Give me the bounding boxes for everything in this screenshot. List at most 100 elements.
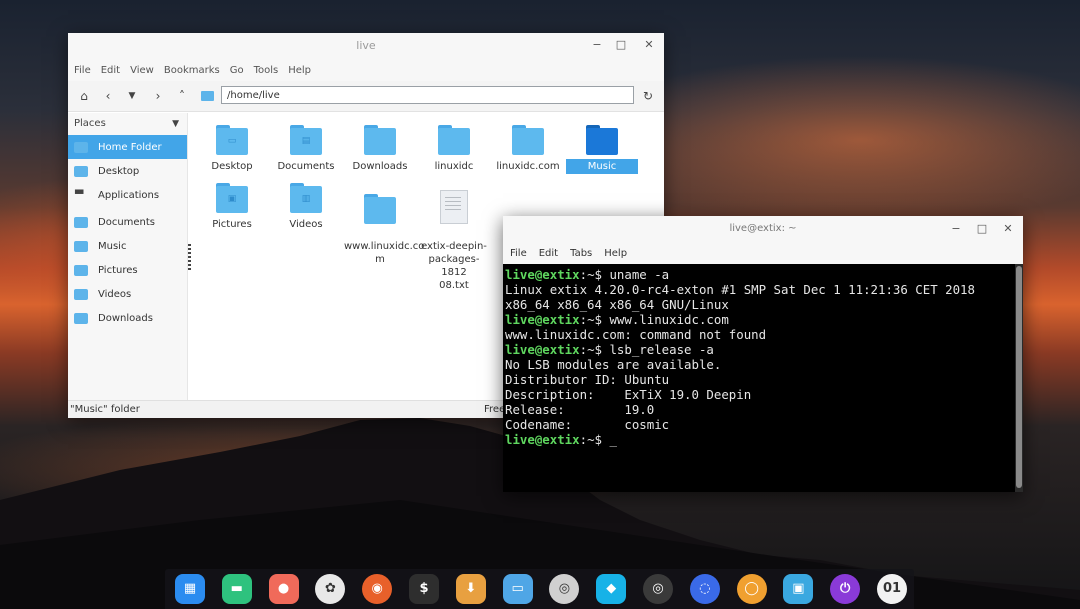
refresh-icon[interactable]: ↻ bbox=[640, 88, 656, 104]
camera-icon[interactable]: ◎ bbox=[643, 574, 673, 604]
terminal-output[interactable]: live@extix:~$ uname -a Linux extix 4.20.0… bbox=[503, 264, 1023, 447]
file-item-label: www.linuxidc.co m bbox=[344, 241, 425, 265]
clock-icon[interactable]: 01 bbox=[877, 574, 907, 604]
file-item-label: Pictures bbox=[212, 219, 252, 230]
file-item-linuxidc[interactable]: linuxidc bbox=[418, 125, 490, 174]
status-text: "Music" folder bbox=[70, 404, 140, 415]
sidebar-item-music[interactable]: Music bbox=[68, 234, 187, 258]
terminal-titlebar[interactable]: live@extix: ~ − □ ✕ bbox=[503, 216, 1023, 242]
terminal-line: Distributor ID: Ubuntu bbox=[505, 372, 1023, 387]
file-item-pictures[interactable]: ▣ Pictures bbox=[196, 183, 268, 232]
sidebar-item-downloads[interactable]: Downloads bbox=[68, 306, 187, 330]
sidebar-item-home-folder[interactable]: Home Folder bbox=[68, 135, 187, 159]
minimize-icon[interactable]: − bbox=[949, 222, 963, 236]
sidebar-item-videos[interactable]: Videos bbox=[68, 282, 187, 306]
places-header[interactable]: Places ▼ bbox=[68, 113, 187, 135]
chevron-down-icon[interactable]: ▼ bbox=[172, 113, 179, 135]
pictures-folder-icon: ▣ bbox=[216, 183, 248, 213]
file-manager-titlebar[interactable]: live − □ ✕ bbox=[68, 33, 664, 59]
kodi-icon[interactable]: ◆ bbox=[596, 574, 627, 604]
terminal-text: :~$ www.linuxidc.com bbox=[579, 312, 729, 327]
menu-tools[interactable]: Tools bbox=[254, 65, 279, 76]
sidebar-item-applications[interactable]: Applications bbox=[68, 183, 187, 207]
sidebar-item-desktop[interactable]: Desktop bbox=[68, 159, 187, 183]
file-item-label: Downloads bbox=[352, 161, 408, 172]
terminal-window: live@extix: ~ − □ ✕ File Edit Tabs Help … bbox=[503, 216, 1023, 492]
history-dropdown-icon[interactable]: ▼ bbox=[124, 88, 140, 104]
places-sidebar: Places ▼ Home Folder Desktop Application… bbox=[68, 113, 188, 403]
maximize-icon[interactable]: □ bbox=[975, 222, 989, 236]
desktop-folder-icon bbox=[74, 165, 88, 177]
documents-folder-icon bbox=[74, 216, 88, 228]
minimize-icon[interactable]: − bbox=[590, 38, 604, 52]
screenshot-icon[interactable]: ◌ bbox=[689, 574, 720, 604]
menu-edit[interactable]: Edit bbox=[539, 248, 558, 259]
shell-prompt: live@extix bbox=[505, 342, 580, 357]
file-item-www-linuxidc-com[interactable]: www.linuxidc.co m bbox=[344, 183, 425, 278]
downloader-icon[interactable]: ⬇ bbox=[455, 574, 486, 604]
terminal-line: No LSB modules are available. bbox=[505, 357, 1023, 372]
terminal-text: :~$ lsb_release -a bbox=[579, 342, 714, 357]
menu-bookmarks[interactable]: Bookmarks bbox=[164, 65, 220, 76]
disc-icon[interactable]: ◎ bbox=[549, 574, 580, 604]
documents-folder-icon: ▤ bbox=[290, 125, 322, 155]
terminal-text: x86_64 x86_64 x86_64 GNU/Linux bbox=[505, 297, 729, 312]
maximize-icon[interactable]: □ bbox=[614, 38, 628, 52]
folder-icon bbox=[512, 125, 544, 155]
terminal-scrollbar[interactable] bbox=[1015, 264, 1023, 492]
camera-glyph: ◎ bbox=[652, 581, 664, 596]
menu-edit[interactable]: Edit bbox=[101, 65, 120, 76]
menu-help[interactable]: Help bbox=[288, 65, 311, 76]
firefox-glyph: ◉ bbox=[371, 581, 383, 596]
menu-file[interactable]: File bbox=[74, 65, 91, 76]
image-viewer-icon[interactable]: ▣ bbox=[783, 574, 814, 604]
settings-icon[interactable]: ✿ bbox=[315, 574, 346, 604]
launcher-glyph: ▦ bbox=[183, 581, 197, 596]
file-manager-icon[interactable]: ▭ bbox=[502, 574, 533, 604]
computer-icon[interactable]: ⌂ bbox=[76, 88, 92, 104]
file-item-downloads[interactable]: Downloads bbox=[344, 125, 416, 174]
terminal-text: Linux extix 4.20.0-rc4-exton #1 SMP Sat … bbox=[505, 282, 975, 297]
file-item-videos[interactable]: ▥ Videos bbox=[270, 183, 342, 232]
folder-icon bbox=[438, 125, 470, 155]
file-item-linuxidc-com[interactable]: linuxidc.com bbox=[492, 125, 564, 174]
terminal-text: Distributor ID: Ubuntu bbox=[505, 372, 670, 387]
file-item-extix-deepin-packages[interactable]: extix-deepin- packages-1812 08.txt bbox=[418, 179, 490, 304]
shutdown-icon[interactable]: ⏻ bbox=[830, 574, 861, 604]
sidebar-item-label: Desktop bbox=[98, 165, 140, 177]
applications-icon bbox=[74, 187, 88, 201]
close-icon[interactable]: ✕ bbox=[1001, 222, 1015, 236]
file-item-label: Music bbox=[566, 159, 638, 174]
folder-icon: ▭ bbox=[216, 125, 248, 155]
menu-go[interactable]: Go bbox=[230, 65, 244, 76]
terminal-line: x86_64 x86_64 x86_64 GNU/Linux bbox=[505, 297, 1023, 312]
close-icon[interactable]: ✕ bbox=[642, 38, 656, 52]
terminal-icon[interactable]: $ bbox=[409, 574, 439, 604]
menu-tabs[interactable]: Tabs bbox=[570, 248, 592, 259]
terminal-line: Codename: cosmic bbox=[505, 417, 1023, 432]
terminal-menubar: File Edit Tabs Help bbox=[503, 242, 1023, 264]
sidebar-item-documents[interactable]: Documents bbox=[68, 210, 187, 234]
path-input[interactable]: /home/live bbox=[221, 86, 634, 104]
file-item-music[interactable]: Music bbox=[566, 125, 638, 174]
screen-recorder-icon[interactable]: ● bbox=[268, 574, 299, 604]
file-item-desktop[interactable]: ▭ Desktop bbox=[196, 125, 268, 174]
up-icon[interactable]: ˄ bbox=[174, 88, 190, 104]
file-item-documents[interactable]: ▤ Documents bbox=[270, 125, 342, 174]
menu-view[interactable]: View bbox=[130, 65, 154, 76]
back-icon[interactable]: ‹ bbox=[100, 88, 116, 104]
forward-icon[interactable]: › bbox=[150, 88, 166, 104]
scrollbar-thumb[interactable] bbox=[1016, 266, 1022, 488]
terminal-text: Release: 19.0 bbox=[505, 402, 655, 417]
workspace-icon[interactable]: ▬ bbox=[221, 574, 252, 604]
menu-file[interactable]: File bbox=[510, 248, 527, 259]
firefox-icon[interactable]: ◉ bbox=[362, 574, 393, 604]
sidebar-item-label: Applications bbox=[98, 189, 160, 201]
terminal-line: live@extix:~$ uname -a bbox=[505, 267, 1023, 282]
menu-help[interactable]: Help bbox=[604, 248, 627, 259]
resize-handle[interactable] bbox=[188, 244, 191, 272]
music-icon[interactable]: ◯ bbox=[736, 574, 767, 604]
videos-folder-icon: ▥ bbox=[290, 183, 322, 213]
sidebar-item-pictures[interactable]: Pictures bbox=[68, 258, 187, 282]
launcher-icon[interactable]: ▦ bbox=[175, 574, 205, 604]
